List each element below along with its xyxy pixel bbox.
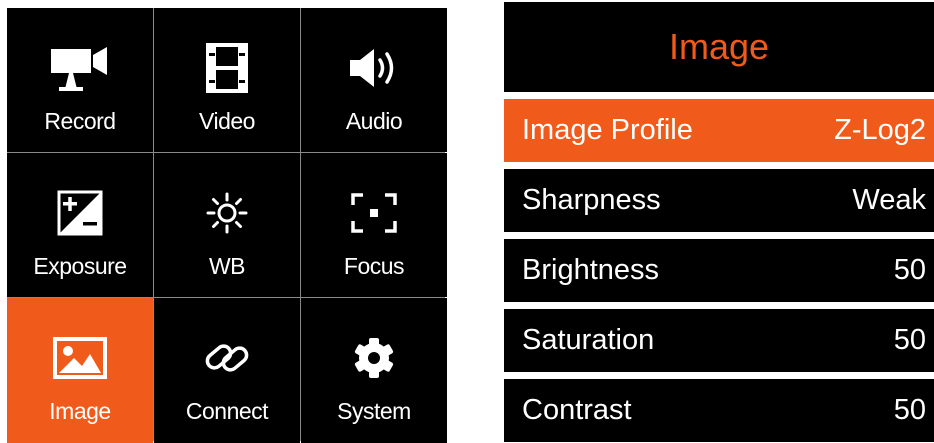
setting-label: Image Profile: [522, 114, 693, 146]
sun-icon: [205, 181, 249, 245]
setting-label: Contrast: [522, 394, 632, 426]
setting-value: 50: [893, 254, 926, 286]
menu-item-label: WB: [208, 253, 246, 279]
main-menu-grid: Record Video Audio Exposure WB Focus Ima…: [7, 8, 447, 443]
film-icon: [206, 36, 248, 100]
menu-item-system[interactable]: System: [301, 298, 447, 443]
setting-row-saturation[interactable]: Saturation 50: [504, 309, 934, 372]
menu-item-wb[interactable]: WB: [154, 153, 300, 297]
picture-icon: [52, 326, 108, 390]
menu-item-label: Focus: [343, 253, 405, 279]
menu-item-label: Record: [44, 108, 116, 134]
menu-item-exposure[interactable]: Exposure: [7, 153, 153, 297]
menu-item-connect[interactable]: Connect: [154, 298, 300, 443]
video-camera-icon: [49, 36, 111, 100]
setting-value: Z-Log2: [834, 114, 926, 146]
setting-row-brightness[interactable]: Brightness 50: [504, 239, 934, 302]
gear-icon: [352, 326, 396, 390]
setting-row-contrast[interactable]: Contrast 50: [504, 379, 934, 442]
exposure-icon: [57, 181, 103, 245]
menu-item-label: Image: [49, 398, 111, 424]
setting-label: Brightness: [522, 254, 660, 286]
panel-title: Image: [504, 2, 934, 92]
menu-item-focus[interactable]: Focus: [301, 153, 447, 297]
setting-row-image-profile[interactable]: Image Profile Z-Log2: [504, 99, 934, 162]
menu-item-label: Exposure: [33, 253, 127, 279]
menu-item-record[interactable]: Record: [7, 8, 153, 152]
menu-item-audio[interactable]: Audio: [301, 8, 447, 152]
setting-value: 50: [893, 394, 926, 426]
setting-label: Saturation: [522, 324, 655, 356]
image-settings-panel: Image Image Profile Z-Log2 Sharpness Wea…: [504, 2, 934, 442]
menu-item-video[interactable]: Video: [154, 8, 300, 152]
setting-value: 50: [893, 324, 926, 356]
menu-item-label: Audio: [345, 108, 403, 134]
menu-item-label: System: [337, 398, 411, 424]
focus-frame-icon: [351, 181, 397, 245]
speaker-icon: [348, 36, 400, 100]
menu-item-image[interactable]: Image: [7, 298, 153, 443]
setting-value: Weak: [852, 184, 926, 216]
setting-row-sharpness[interactable]: Sharpness Weak: [504, 169, 934, 232]
menu-item-label: Connect: [185, 398, 269, 424]
link-icon: [202, 326, 252, 390]
setting-label: Sharpness: [522, 184, 661, 216]
menu-item-label: Video: [199, 108, 255, 134]
